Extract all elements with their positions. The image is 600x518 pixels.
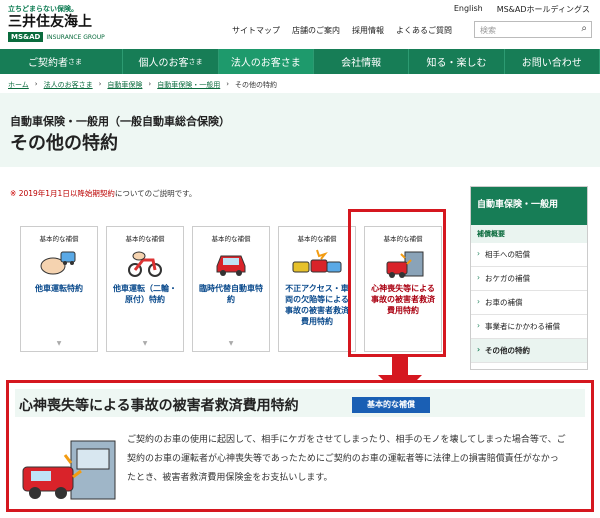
insurance-group-label: INSURANCE GROUP [46, 33, 105, 41]
sidebar-item-vehicle[interactable]: お車の補償 [471, 291, 587, 315]
site-header: 立ちどまらない保険。 三井住友海上 MS&AD INSURANCE GROUP … [0, 0, 600, 48]
company-logo[interactable]: 立ちどまらない保険。 三井住友海上 MS&AD INSURANCE GROUP [8, 4, 118, 42]
store-link[interactable]: 店舗のご案内 [292, 25, 340, 36]
page-subtitle: 自動車保険・一般用（一般自動車総合保険） [10, 115, 230, 128]
breadcrumb-current: その他の特約 [235, 81, 278, 89]
breadcrumb-separator: › [148, 80, 152, 88]
breadcrumb-auto-general[interactable]: 自動車保険・一般用 [157, 80, 220, 90]
card-unauthorized-access[interactable]: 基本的な補償 不正アクセス・車両の欠陥等による事故の被害者救済費用特約 [278, 226, 356, 352]
notice-body: についてのご説明です。 [114, 189, 197, 198]
accident-icon [279, 243, 355, 283]
crash-illustration-icon [22, 440, 116, 500]
breadcrumb-separator: › [34, 80, 38, 88]
chevron-down-icon: ▼ [56, 340, 62, 347]
sidebar-item-injury[interactable]: おケガの補償 [471, 267, 587, 291]
faq-link[interactable]: よくあるご質問 [396, 25, 452, 36]
nav-label: 法人のお客さま [230, 58, 301, 69]
card-temporary-car[interactable]: 基本的な補償 臨時代替自動車特約 ▼ [192, 226, 270, 352]
nav-item-learn[interactable]: 知る・楽しむ [409, 49, 505, 74]
notice-highlight: 2019年1月1日以降始期契約 [18, 189, 115, 198]
search-placeholder: 検索 [480, 26, 496, 35]
sitemap-link[interactable]: サイトマップ [232, 25, 280, 36]
card-category: 基本的な補償 [39, 235, 79, 243]
card-category: 基本的な補償 [211, 235, 251, 243]
notice-mark: ※ [10, 189, 17, 198]
card-label: 臨時代替自動車特約 [199, 284, 263, 304]
sidebar-section-label: 補償概要 [471, 225, 587, 243]
sidebar-item-business[interactable]: 事業者にかかわる補償 [471, 315, 587, 339]
breadcrumb-auto[interactable]: 自動車保険 [107, 80, 142, 90]
nav-item-corporate[interactable]: 法人のお客さま [218, 49, 314, 74]
nav-suffix: さま [68, 57, 82, 66]
english-link[interactable]: English [454, 4, 483, 15]
notice-text: ※ 2019年1月1日以降始期契約についてのご説明です。 [10, 188, 196, 199]
nav-label: 個人のお客 [138, 58, 189, 69]
breadcrumb-separator: › [226, 80, 230, 88]
chevron-down-icon: ▼ [142, 340, 148, 347]
breadcrumb: ホーム › 法人のお客さま › 自動車保険 › 自動車保険・一般用 › その他の特約 [8, 80, 277, 90]
top-utility-links: English MS&ADホールディングス [454, 4, 590, 15]
nav-item-company[interactable]: 会社情報 [314, 49, 410, 74]
main-navigation: ご契約者 さま 個人のお客 さま 法人のお客さま 会社情報 知る・楽しむ お問い合わ… [0, 49, 600, 74]
nav-item-contractors[interactable]: ご契約者 さま [0, 49, 124, 74]
recruit-link[interactable]: 採用情報 [352, 25, 384, 36]
msad-badge: MS&AD [8, 32, 44, 42]
brand-badge: MS&AD INSURANCE GROUP [8, 32, 118, 42]
nav-item-contact[interactable]: お問い合わせ [505, 49, 600, 74]
nav-item-individuals[interactable]: 個人のお客 さま [123, 49, 219, 74]
hand-car-icon [21, 243, 97, 283]
rider-detail-panel: 心神喪失等による事故の被害者救済費用特約 基本的な補償 ご契約のお車の使用に起因… [6, 380, 594, 512]
nav-suffix: さま [188, 57, 203, 66]
page-hero: 自動車保険・一般用（一般自動車総合保険） その他の特約 [0, 93, 600, 167]
nav-label: お問い合わせ [521, 58, 582, 69]
tagline: 立ちどまらない保険。 [8, 5, 78, 13]
highlight-frame [348, 209, 446, 357]
nav-label: 会社情報 [341, 58, 382, 69]
nav-label: ご契約者 [28, 58, 68, 69]
page-title: その他の特約 [10, 133, 118, 154]
sidebar-item-other-riders[interactable]: その他の特約 [471, 339, 587, 363]
motorbike-icon [107, 243, 183, 283]
red-car-icon [193, 243, 269, 283]
card-category: 基本的な補償 [125, 235, 165, 243]
breadcrumb-corporate[interactable]: 法人のお客さま [44, 80, 93, 90]
holdings-link[interactable]: MS&ADホールディングス [497, 4, 590, 15]
nav-label: 知る・楽しむ [426, 58, 487, 69]
sidebar-header[interactable]: 自動車保険・一般用 [471, 187, 587, 225]
card-label: 他車運転（二輪・原付）特約 [113, 284, 177, 304]
sidebar: 自動車保険・一般用 補償概要 相手への賠償 おケガの補償 お車の補償 事業者にか… [470, 186, 588, 370]
card-other-car[interactable]: 基本的な補償 他車運転特約 ▼ [20, 226, 98, 352]
chevron-down-icon: ▼ [228, 340, 234, 347]
search-input[interactable]: 検索 ⌕ [474, 21, 592, 38]
card-label: 他車運転特約 [35, 284, 83, 293]
company-name: 三井住友海上 [8, 14, 92, 30]
card-other-bike[interactable]: 基本的な補償 他車運転（二輪・原付）特約 ▼ [106, 226, 184, 352]
detail-title: 心神喪失等による事故の被害者救済費用特約 [19, 398, 299, 414]
sidebar-item-liability[interactable]: 相手への賠償 [471, 243, 587, 267]
card-label: 不正アクセス・車両の欠陥等による事故の被害者救済費用特約 [285, 284, 349, 326]
card-category: 基本的な補償 [297, 235, 337, 243]
breadcrumb-home[interactable]: ホーム [8, 80, 29, 90]
detail-badge: 基本的な補償 [352, 397, 430, 413]
search-icon[interactable]: ⌕ [581, 23, 587, 34]
detail-description: ご契約のお車の使用に起因して、相手にケガをさせてしまったり、相手のモノを壊してし… [127, 435, 566, 483]
breadcrumb-separator: › [98, 80, 102, 88]
utility-nav: サイトマップ 店舗のご案内 採用情報 よくあるご質問 [232, 25, 452, 36]
